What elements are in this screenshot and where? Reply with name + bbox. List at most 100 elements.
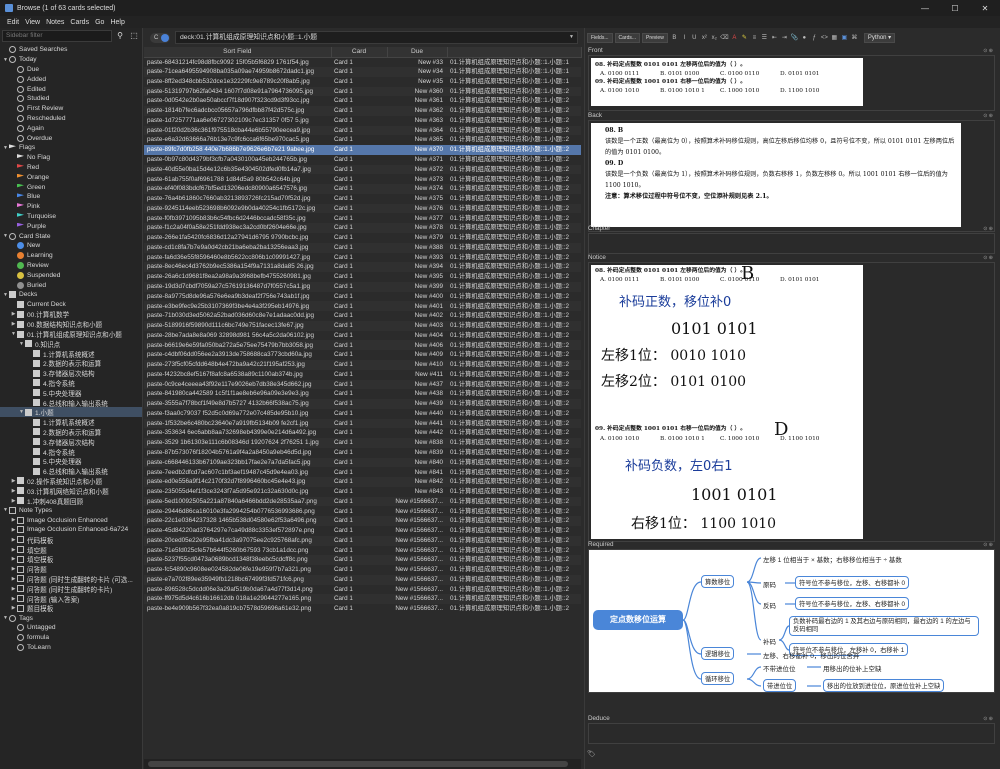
sidebar-item[interactable]: 4.指令系统	[0, 378, 142, 388]
table-row[interactable]: paste-45d84220ad3764297e7ca49d88c3353ef5…	[144, 526, 581, 536]
sidebar-item[interactable]: ▶ 问答题	[0, 564, 142, 574]
table-row[interactable]: paste-87b573076f18204b5761a9f4a2a8450a9e…	[144, 448, 581, 458]
chevron-down-icon[interactable]: ▼	[18, 341, 25, 347]
table-row[interactable]: paste-3529 1b61303e111c6b08346d 19207624…	[144, 438, 581, 448]
table-row[interactable]: paste-ef40f083bdcf67bf5ed13206edc80900a6…	[144, 184, 581, 194]
sidebar-item[interactable]: Pink	[0, 202, 142, 212]
sidebar-item[interactable]: Untagged	[0, 623, 142, 633]
table-row[interactable]: paste-f1c2a04f0a58e251fdd938ec3a2cd0bf26…	[144, 223, 581, 234]
table-row[interactable]: paste-fc54890c9608ee024582de06fe19e959f7…	[144, 565, 581, 575]
scrollbar-thumb[interactable]	[148, 761, 568, 767]
column-due[interactable]: Due	[387, 47, 448, 58]
table-row[interactable]: paste-235055d4ef1f3ce3243f7a5d95e921c32a…	[144, 487, 581, 497]
table-row[interactable]: paste-353634 6ec6abb8aa732698eb4399e0e21…	[144, 428, 581, 438]
sidebar-item[interactable]: 3.存储器层次结构	[0, 437, 142, 447]
required-editor[interactable]: 定点数移位运算 算数移位 逻辑移位 循环移位 左移 1 位相当于 × 基数；右移…	[588, 549, 995, 693]
pin-icon[interactable]: ⊙ ⊕	[983, 541, 993, 549]
sidebar-item[interactable]: 6.总线和输入输出系统	[0, 398, 142, 408]
close-button[interactable]: ✕	[970, 0, 1000, 16]
sidebar-item[interactable]: 1.计算机系统概述	[0, 349, 142, 359]
table-row[interactable]: paste-28be7ada8e8a069 32898d981 56c4a5c2…	[144, 331, 581, 341]
sidebar-item[interactable]: Review	[0, 261, 142, 271]
chevron-right-icon[interactable]: ▶	[10, 311, 17, 317]
sidebar-item[interactable]: ▶ Image Occlusion Enhanced-6a724	[0, 525, 142, 535]
table-row[interactable]: paste-0b97c80d4379bf3cfb7a0430100a45eb24…	[144, 155, 581, 165]
table-row[interactable]: paste-1d7257771aa6e06727302109c7ec31357 …	[144, 116, 581, 126]
language-select[interactable]: Python ▾	[863, 32, 896, 43]
table-row[interactable]: paste-b6619e6e59fa050ba272a5e75ee75479b7…	[144, 340, 581, 351]
sidebar-item[interactable]: Current Deck	[0, 300, 142, 310]
deduce-editor[interactable]	[588, 723, 995, 744]
sidebar-item[interactable]: ▶ 问答题 (同时生成翻转的卡片 (可选...	[0, 574, 142, 584]
table-row[interactable]: paste-8ec46ec4d3762b9ec5386a154f9a7131a8…	[144, 262, 581, 273]
table-row[interactable]: paste-1814b7fec6adcbcc05657a796dfbb87f42…	[144, 106, 581, 116]
table-row[interactable]: paste-1f532be6c480bc23640e7a919fb5134b09…	[144, 418, 581, 429]
search-input[interactable]: deck:01.计算机组成原理知识点和小题::1.小题 ▼	[175, 31, 578, 44]
table-row[interactable]: paste-896528c5dcdd06e3a29af519b0da67a4d7…	[144, 585, 581, 595]
table-row[interactable]: paste-8a9775d8de96a576e6ea9b3deaf2f756e7…	[144, 292, 581, 302]
sidebar-item[interactable]: ▼ Flags	[0, 143, 142, 153]
sidebar-item[interactable]: ▶ 00.数据结构知识点和小题	[0, 319, 142, 329]
chevron-down-icon[interactable]: ▼	[10, 331, 17, 337]
table-row[interactable]: paste-01f20d2b36c361f975518cba44e6b55790…	[144, 125, 581, 136]
cards-notes-toggle[interactable]: C	[150, 32, 170, 43]
column-card[interactable]: Card	[331, 47, 388, 58]
table-row[interactable]: paste-cd1c8fa7b7e9a0d42cb21ba6eba2ba1325…	[144, 242, 581, 253]
code-icon[interactable]: ⌘	[850, 33, 859, 43]
table-row[interactable]: paste-e3be9fec9e25b3107369f3be4e4a3f295e…	[144, 301, 581, 312]
sidebar-item[interactable]: ▼ Today	[0, 55, 142, 65]
pin-icon[interactable]: ⊙ ⊕	[983, 254, 993, 262]
table-row[interactable]: paste-3555a7f78bcf1f49e8d7b5727 4132b66f…	[144, 399, 581, 409]
sidebar-item[interactable]: ▶ 问答题 (同时生成翻转的卡片)	[0, 584, 142, 594]
sidebar-item[interactable]: Learning	[0, 251, 142, 261]
table-row[interactable]: paste-20ced05e22e95fba41dc3a97075ee2c925…	[144, 535, 581, 546]
chevron-right-icon[interactable]: ▶	[10, 566, 17, 572]
sidebar-item[interactable]: ▼ 01.计算机组成原理知识点和小题	[0, 329, 142, 339]
horizontal-scrollbar[interactable]	[144, 759, 581, 769]
image-icon[interactable]: ▣	[840, 33, 849, 43]
sidebar-filter-input[interactable]: Sidebar filter	[2, 30, 112, 42]
ordered-list-icon[interactable]: ☰	[760, 33, 769, 43]
sidebar-item[interactable]: ▶ 填空模板	[0, 554, 142, 564]
sidebar-item[interactable]: ▶ 03.计算机网络知识点和小题	[0, 486, 142, 496]
notice-editor[interactable]: 08. 补码定点整数 0101 0101 左移两位后的值为（ ）。 A. 010…	[588, 262, 995, 542]
menu-view[interactable]: View	[25, 19, 40, 26]
italic-icon[interactable]: I	[680, 33, 689, 43]
list-icon[interactable]: ≡	[750, 33, 759, 43]
sidebar-item[interactable]: Red	[0, 163, 142, 173]
sidebar-item[interactable]: ▼ Note Types	[0, 505, 142, 515]
sidebar-item[interactable]: 2.数据的表示和运算	[0, 427, 142, 437]
pin-icon[interactable]: ⊙ ⊕	[983, 715, 993, 723]
chevron-right-icon[interactable]: ▶	[10, 596, 17, 602]
sidebar-item[interactable]: ToLearn	[0, 643, 142, 653]
pin-icon[interactable]: ⊙ ⊕	[983, 225, 993, 233]
chevron-down-icon[interactable]: ▼	[569, 32, 574, 43]
cards-button[interactable]: Cards...	[614, 32, 641, 43]
table-row[interactable]: paste-29446d86ca16010e3fa2994254b0776536…	[144, 506, 581, 516]
sidebar-item[interactable]: ▶ 1.冲刺408真题回顾	[0, 496, 142, 506]
table-row[interactable]: paste-7eedb2dfcd7ac607c1bf3aef19487c45d9…	[144, 467, 581, 477]
sidebar-item[interactable]: 2.数据的表示和运算	[0, 359, 142, 368]
sidebar-item[interactable]: 5.中央处理器	[0, 388, 142, 398]
sidebar-item[interactable]: ▼ Card State	[0, 231, 142, 241]
chevron-right-icon[interactable]: ▶	[10, 498, 17, 504]
table-row[interactable]: paste-0d0542e2b0ae50abccf7f18d907f323cd9…	[144, 96, 581, 106]
sidebar-item[interactable]: ▼ Decks	[0, 290, 142, 300]
bold-icon[interactable]: B	[670, 33, 679, 43]
chevron-right-icon[interactable]: ▶	[10, 527, 17, 533]
text-color-icon[interactable]: A	[730, 33, 739, 43]
subscript-icon[interactable]: x₂	[710, 33, 719, 43]
tag-icon[interactable]: 🏷	[587, 750, 596, 758]
attach-icon[interactable]: 📎	[790, 33, 799, 43]
table-row[interactable]: paste-5ed10092505a221a87840a6466bdd2de28…	[144, 496, 581, 507]
maximize-button[interactable]: ☐	[940, 0, 970, 16]
sidebar-item[interactable]: Added	[0, 74, 142, 84]
pin-icon[interactable]: ⊙ ⊕	[983, 112, 993, 120]
chevron-right-icon[interactable]: ▶	[10, 586, 17, 592]
sidebar-item[interactable]: ▶ 00.计算机数学	[0, 310, 142, 319]
table-icon[interactable]: ▦	[830, 33, 839, 43]
table-row[interactable]: paste-71e5fd025cfe57b644f5260b67593 73cb…	[144, 546, 581, 556]
sidebar-item[interactable]: Overdue	[0, 133, 142, 143]
menu-cards[interactable]: Cards	[70, 19, 89, 26]
sidebar-item[interactable]: Rescheduled	[0, 114, 142, 124]
